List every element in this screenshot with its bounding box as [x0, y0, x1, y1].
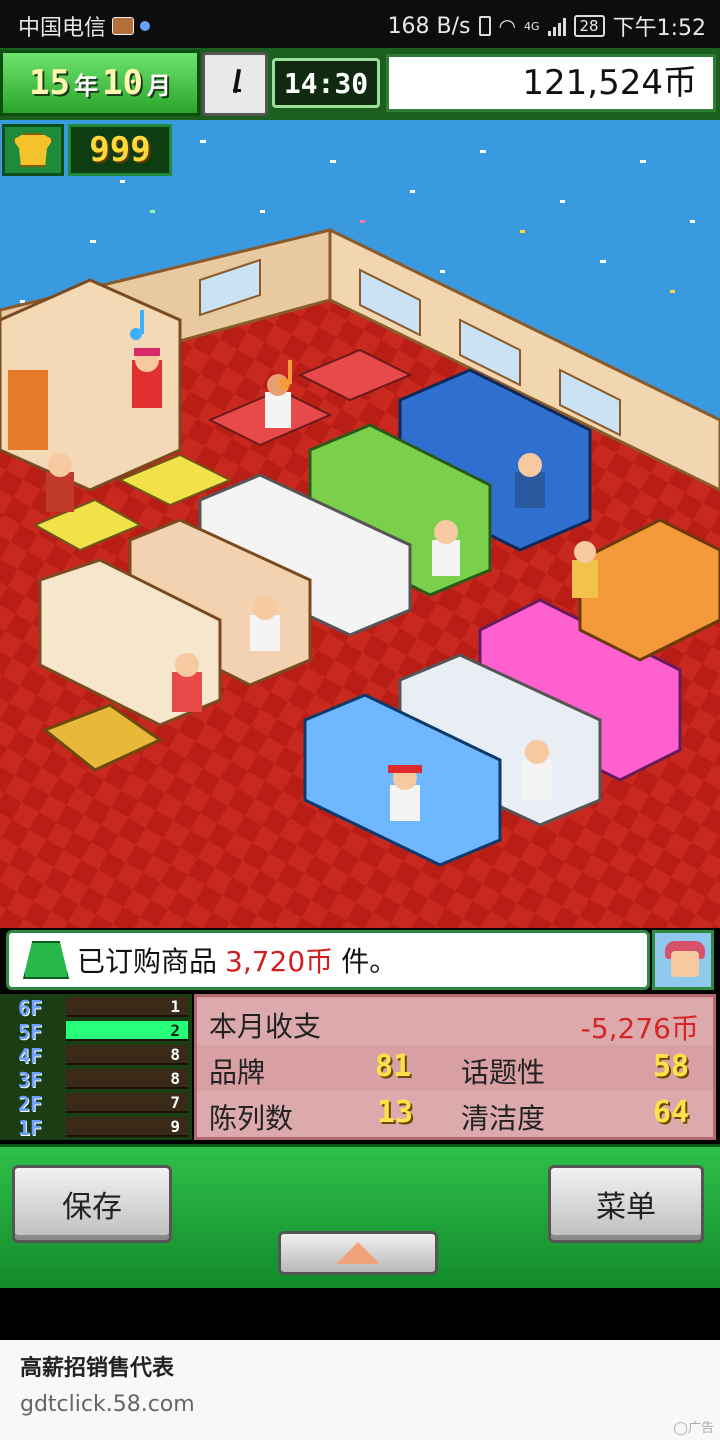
- display-value: 13: [377, 1095, 414, 1130]
- floor-bar: 9: [66, 1117, 188, 1137]
- display-label: 陈列数: [209, 1102, 294, 1135]
- bottom-bar: 保存 菜单: [0, 1144, 720, 1288]
- topic-value: 58: [653, 1049, 690, 1084]
- message-text-before: 已订购商品: [77, 945, 218, 978]
- avatar-face: [671, 951, 699, 977]
- fitting-room-door: [8, 370, 48, 450]
- floor-count: 2: [170, 1021, 180, 1040]
- floor-bar: 7: [66, 1093, 188, 1113]
- monthly-balance-value: -5,276币: [580, 1012, 699, 1045]
- staff-sprite: [432, 520, 460, 576]
- customer-sprite: [572, 541, 598, 598]
- floor-selector: 6F 1 5F 2 4F 8 3F 8 2F 7 1F 9: [0, 994, 192, 1140]
- message-amount: 3,720币: [225, 945, 334, 978]
- brand-label: 品牌: [209, 1056, 266, 1089]
- floor-label: 1F: [18, 1116, 43, 1140]
- year-unit: 年: [74, 71, 98, 100]
- ad-tag: ◯广告: [673, 1421, 714, 1436]
- clean-label: 清洁度: [461, 1102, 546, 1135]
- floor-label: 3F: [18, 1068, 43, 1092]
- display-clean-row: 陈列数 13 清洁度 64: [197, 1091, 713, 1137]
- money-display: 121,524币: [386, 54, 716, 112]
- stats-panel: 本月收支 -5,276币 品牌 81 话题性 58 陈列数 13 清洁度 64: [194, 994, 716, 1140]
- floor-bar: 2: [66, 1021, 188, 1041]
- floor-bar: 8: [66, 1045, 188, 1065]
- floor-count: 9: [170, 1117, 180, 1136]
- shirt-shape: [13, 133, 53, 167]
- staff-sprite: [250, 596, 280, 651]
- message-bar: 已订购商品 3,720币 件。: [6, 930, 650, 990]
- vibrate-icon: [478, 16, 491, 36]
- item-count: 999: [68, 124, 172, 176]
- brand-value: 81: [375, 1049, 412, 1084]
- top-hud: 15 年 10 月 14:30 121,524币: [0, 48, 720, 120]
- floor-bar: 8: [66, 1069, 188, 1089]
- network-speed: 168 B/s: [387, 13, 471, 39]
- ad-title[interactable]: 高薪招销售代表: [20, 1350, 174, 1382]
- game-screen: 中国电信 168 B/s ◠ 4G 28 下午1:52 15 年 10 月 14…: [0, 0, 720, 1440]
- message-text-after: 件。: [341, 945, 398, 978]
- floor-label: 5F: [18, 1020, 43, 1044]
- menu-button[interactable]: 菜单: [548, 1165, 704, 1243]
- floor-bar: 1: [66, 997, 188, 1017]
- floor-count: 8: [170, 1069, 180, 1088]
- brand-topic-row: 品牌 81 话题性 58: [197, 1045, 713, 1091]
- carrier-label: 中国电信: [18, 16, 107, 41]
- floor-row[interactable]: 6F 1: [0, 996, 192, 1020]
- customer-sprite: [172, 653, 202, 712]
- game-time: 14:30: [272, 58, 380, 108]
- floor-row[interactable]: 3F 8: [0, 1068, 192, 1092]
- floor-count: 8: [170, 1045, 180, 1064]
- expand-button[interactable]: [278, 1231, 438, 1275]
- floor-row[interactable]: 1F 9: [0, 1116, 192, 1140]
- monthly-balance-label: 本月收支: [209, 1010, 322, 1043]
- topic-label: 话题性: [461, 1056, 546, 1089]
- floor-label: 4F: [18, 1044, 43, 1068]
- dot-icon: [140, 21, 151, 31]
- customer-sprite: [132, 348, 162, 408]
- clock-icon: [202, 52, 268, 116]
- floor-row[interactable]: 4F 8: [0, 1044, 192, 1068]
- network-type: 4G: [523, 19, 540, 33]
- floor-label: 6F: [18, 996, 43, 1020]
- status-left: 中国电信: [18, 10, 151, 42]
- floor-row[interactable]: 2F 7: [0, 1092, 192, 1116]
- staff-sprite: [515, 453, 545, 508]
- spacer: [0, 1288, 720, 1340]
- ad-tag-label: 广告: [687, 1421, 714, 1436]
- shirt-icon[interactable]: [2, 124, 64, 176]
- store-scene[interactable]: [0, 120, 720, 928]
- ad-url[interactable]: gdtclick.58.com: [20, 1392, 195, 1417]
- signal-icon: [547, 16, 566, 36]
- game-notification-icon: [112, 17, 135, 35]
- customer-sprite: [522, 740, 552, 800]
- year-value: 15: [29, 63, 70, 103]
- clock-hand-base: [233, 89, 241, 92]
- month-unit: 月: [146, 71, 171, 100]
- status-right: 168 B/s ◠ 4G 28 下午1:52: [388, 10, 706, 42]
- floor-count: 1: [170, 997, 180, 1016]
- floor-count: 7: [170, 1093, 180, 1112]
- floor-row[interactable]: 5F 2: [0, 1020, 192, 1044]
- monthly-balance-row: 本月收支 -5,276币: [197, 999, 713, 1045]
- status-bar: 中国电信 168 B/s ◠ 4G 28 下午1:52: [0, 0, 720, 48]
- month-value: 10: [102, 63, 143, 103]
- skirt-icon: [23, 941, 69, 979]
- floor-label: 2F: [18, 1092, 43, 1116]
- battery-icon: 28: [573, 15, 605, 37]
- save-button[interactable]: 保存: [12, 1165, 172, 1243]
- clean-value: 64: [653, 1095, 690, 1130]
- clock-label: 下午1:52: [612, 16, 706, 41]
- date-panel: 15 年 10 月: [0, 50, 200, 116]
- ad-banner[interactable]: 高薪招销售代表 gdtclick.58.com ◯广告: [0, 1340, 720, 1440]
- advisor-avatar[interactable]: [652, 930, 714, 990]
- arrow-up-icon: [336, 1242, 380, 1264]
- customer-sprite: [46, 453, 74, 512]
- wifi-icon: ◠: [498, 14, 516, 38]
